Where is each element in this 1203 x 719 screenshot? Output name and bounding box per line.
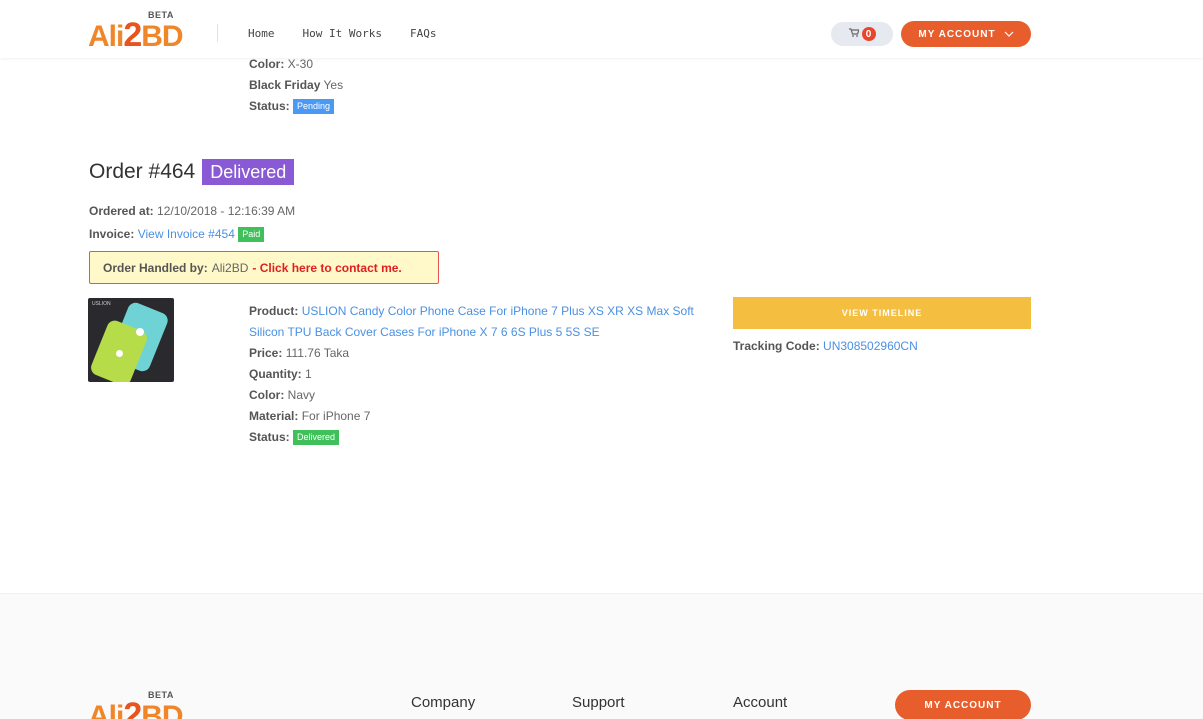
prev-color-label: Color: [249,57,285,71]
prev-status-label: Status: [249,99,290,113]
contact-handler-link[interactable]: - Click here to contact me. [252,261,401,275]
footer-company-heading: Company [411,694,476,711]
product-row: Product: USLION Candy Color Phone Case F… [249,301,719,343]
footer-support-heading: Support [572,694,625,711]
camera-hole [136,328,144,336]
price-row: Price: 111.76 Taka [249,343,719,364]
my-account-label: MY ACCOUNT [918,28,996,40]
cart-icon [848,28,860,40]
prev-status-row: Status: Pending [249,96,343,117]
header-divider [217,24,218,42]
tracking-code-link[interactable]: UN308502960CN [823,339,918,353]
paid-badge: Paid [238,227,265,242]
order-handler-box: Order Handled by: Ali2BD - Click here to… [89,251,439,284]
product-thumbnail[interactable]: USLION [88,298,174,382]
material-label: Material: [249,409,299,423]
nav-home[interactable]: Home [248,27,275,40]
color-row: Color: Navy [249,385,719,406]
invoice-label: Invoice: [89,227,135,241]
product-name-link[interactable]: USLION Candy Color Phone Case For iPhone… [249,304,694,339]
tracking-code-row: Tracking Code: UN308502960CN [733,339,918,353]
footer-logo[interactable]: Ali2BD BETA [88,690,188,719]
quantity-value: 1 [305,367,312,381]
nav-faqs[interactable]: FAQs [410,27,437,40]
product-details: Product: USLION Candy Color Phone Case F… [249,301,719,448]
ordered-at-label: Ordered at: [89,204,154,218]
status-badge-delivered: Delivered [293,430,340,445]
footer-logo-beta-tag: BETA [148,690,174,700]
logo-text: Ali2BD [88,16,184,54]
chevron-down-icon [1004,29,1014,40]
order-status-badge: Delivered [202,159,295,185]
order-title: Order #464 [89,160,196,183]
logo-beta-tag: BETA [148,10,174,20]
previous-order-details: Color: X-30 Black Friday Yes Status: Pen… [249,54,343,117]
tracking-code-label: Tracking Code: [733,339,820,353]
invoice-row: Invoice: View Invoice #454 Paid [89,223,295,246]
material-row: Material: For iPhone 7 [249,406,719,427]
product-label: Product: [249,304,299,318]
footer-my-account-button[interactable]: MY ACCOUNT [895,690,1031,719]
prev-bf-value: Yes [323,78,344,92]
view-timeline-button[interactable]: VIEW TIMELINE [733,297,1031,329]
order-heading: Order #464 Delivered [89,159,295,185]
nav-how-it-works[interactable]: How It Works [303,27,382,40]
quantity-label: Quantity: [249,367,302,381]
color-value: Navy [287,388,316,402]
handler-label: Order Handled by: [103,260,208,275]
site-logo[interactable]: Ali2BD BETA [88,10,188,54]
handler-name: Ali2BD [211,260,249,275]
top-header: Ali2BD BETA Home How It Works FAQs 0 MY … [0,0,1203,58]
material-value: For iPhone 7 [301,409,371,423]
status-label: Status: [249,430,290,444]
price-label: Price: [249,346,283,360]
view-invoice-link[interactable]: View Invoice #454 [138,227,235,241]
main-nav: Home How It Works FAQs [248,27,464,40]
footer-account-heading: Account [733,694,788,711]
status-row: Status: Delivered [249,427,719,448]
prev-bf-label: Black Friday [249,78,321,92]
page-footer: Ali2BD BETA Company Support Account MY A… [0,593,1203,719]
prev-black-friday-row: Black Friday Yes [249,75,343,96]
thumbnail-brand: USLION [92,301,111,307]
status-badge-pending: Pending [293,99,335,114]
quantity-row: Quantity: 1 [249,364,719,385]
my-account-dropdown[interactable]: MY ACCOUNT [901,21,1031,47]
camera-hole [116,350,123,357]
price-value: 111.76 Taka [285,346,350,360]
color-label: Color: [249,388,285,402]
prev-color-value: X-30 [287,57,314,71]
ordered-at-value: 12/10/2018 - 12:16:39 AM [157,204,296,218]
cart-button[interactable]: 0 [831,22,893,46]
order-meta: Ordered at: 12/10/2018 - 12:16:39 AM Inv… [89,200,295,246]
ordered-at-row: Ordered at: 12/10/2018 - 12:16:39 AM [89,200,295,223]
cart-count-badge: 0 [861,27,876,41]
